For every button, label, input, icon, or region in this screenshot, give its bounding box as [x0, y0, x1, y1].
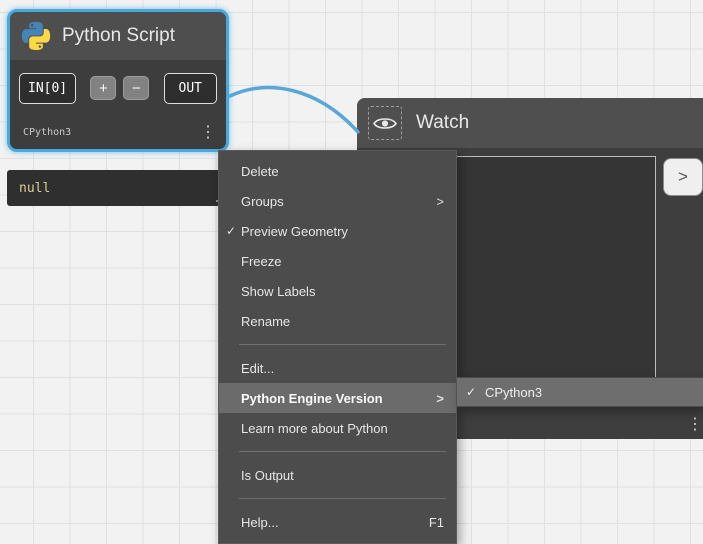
- python-script-node[interactable]: Python Script IN[0] + − OUT CPython3 ⋮: [7, 9, 229, 152]
- menu-item-label: Freeze: [241, 253, 282, 269]
- output-port-out[interactable]: OUT: [163, 72, 217, 104]
- watch-eye-icon: [368, 106, 402, 140]
- menu-item-label: Is Output: [241, 467, 294, 483]
- python-node-ports: IN[0] + − OUT: [10, 60, 226, 116]
- menu-item-show-labels[interactable]: Show Labels: [219, 276, 456, 306]
- menu-item-freeze[interactable]: Freeze: [219, 246, 456, 276]
- menu-item-label: Edit...: [241, 360, 275, 376]
- menu-item-is-output[interactable]: Is Output: [219, 460, 456, 490]
- menu-item-learn-more-about-python[interactable]: Learn more about Python: [219, 413, 456, 443]
- submenu-item-label: CPython3: [485, 384, 543, 400]
- connector-wire[interactable]: [228, 85, 360, 134]
- context-menu: Delete Groups > ✓ Preview Geometry Freez…: [218, 150, 457, 544]
- menu-item-delete[interactable]: Delete: [219, 156, 456, 186]
- python-engine-submenu: ✓ CPython3: [457, 377, 703, 407]
- menu-item-rename[interactable]: Rename: [219, 306, 456, 336]
- menu-separator: [239, 451, 446, 452]
- menu-item-help[interactable]: Help... F1: [219, 507, 456, 537]
- python-logo-icon: [20, 20, 52, 52]
- output-preview-bubble[interactable]: null: [7, 170, 229, 206]
- menu-item-edit[interactable]: Edit...: [219, 353, 456, 383]
- menu-shortcut: F1: [428, 514, 444, 530]
- watch-node-header[interactable]: Watch: [357, 98, 703, 148]
- preview-value: null: [19, 180, 51, 196]
- add-input-button[interactable]: +: [90, 76, 117, 100]
- menu-item-label: Groups: [241, 193, 284, 209]
- menu-separator: [239, 498, 446, 499]
- menu-item-python-engine-version[interactable]: Python Engine Version >: [219, 383, 456, 413]
- port-add-remove-group: + −: [90, 76, 150, 100]
- menu-item-preview-geometry[interactable]: ✓ Preview Geometry: [219, 216, 456, 246]
- kebab-menu-icon[interactable]: ⋮: [200, 124, 216, 141]
- submenu-item-cpython3[interactable]: ✓ CPython3: [457, 378, 703, 406]
- remove-input-button[interactable]: −: [123, 76, 150, 100]
- menu-item-label: Help...: [241, 514, 279, 530]
- node-canvas[interactable]: Python Script IN[0] + − OUT CPython3 ⋮ n…: [0, 0, 703, 544]
- menu-separator: [239, 344, 446, 345]
- menu-item-label: Preview Geometry: [241, 223, 348, 239]
- submenu-arrow-icon: >: [436, 390, 444, 406]
- checkmark-icon: ✓: [226, 224, 237, 238]
- python-node-header[interactable]: Python Script: [10, 12, 226, 60]
- menu-item-label: Show Labels: [241, 283, 316, 299]
- menu-item-label: Python Engine Version: [241, 390, 383, 406]
- checkmark-icon: ✓: [466, 385, 477, 399]
- menu-item-label: Rename: [241, 313, 291, 329]
- expand-preview-button[interactable]: >: [663, 158, 703, 196]
- python-node-footer: CPython3 ⋮: [10, 116, 226, 149]
- menu-item-groups[interactable]: Groups >: [219, 186, 456, 216]
- submenu-arrow-icon: >: [436, 193, 444, 209]
- menu-item-label: Delete: [241, 163, 279, 179]
- python-node-title: Python Script: [62, 25, 175, 46]
- watch-node-title: Watch: [416, 112, 470, 133]
- menu-item-label: Learn more about Python: [241, 420, 388, 436]
- input-port-in0[interactable]: IN[0]: [19, 72, 77, 104]
- engine-version-label: CPython3: [23, 127, 72, 138]
- watch-kebab-menu-icon[interactable]: ⋮: [687, 417, 703, 433]
